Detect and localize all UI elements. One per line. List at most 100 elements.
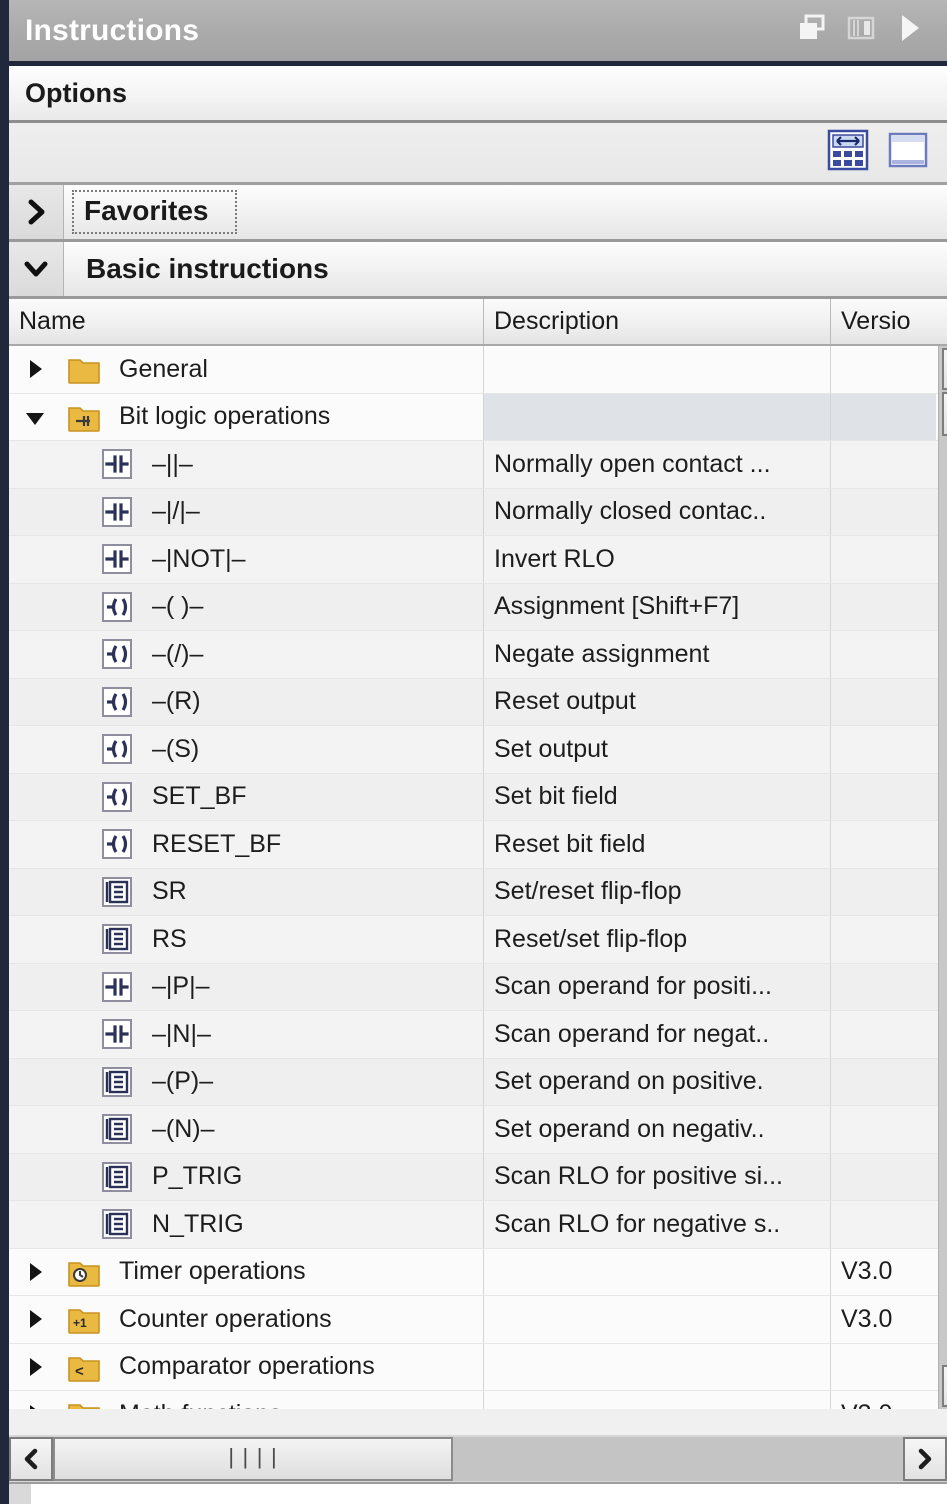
tree-item-row[interactable]: –(N)– Set operand on negativ.. [9, 1106, 938, 1154]
cell-version [831, 1344, 936, 1391]
instruction-name: –|P|– [152, 972, 210, 1001]
instruction-name: P_TRIG [152, 1162, 243, 1191]
cell-description [484, 346, 831, 393]
instruction-name: General [119, 354, 208, 383]
expand-right-icon[interactable] [895, 12, 923, 49]
cell-version [831, 821, 936, 868]
instruction-name: Bit logic operations [119, 402, 331, 431]
tree-item-row[interactable]: –(/)– Negate assignment [9, 631, 938, 679]
panel-titlebar: Instructions [9, 0, 947, 66]
cell-name: SET_BF [9, 773, 484, 820]
section-basic-instructions[interactable]: Basic instructions [9, 242, 947, 299]
section-favorites-header[interactable]: Favorites [63, 185, 947, 239]
tree-folder-row[interactable]: + Math functions V3.0 [9, 1391, 938, 1409]
cell-description: Set output [484, 726, 831, 773]
folder-bitlogic-icon [61, 399, 107, 435]
section-basic-instructions-header[interactable]: Basic instructions [63, 242, 947, 296]
cell-description: Scan RLO for negative s.. [484, 1201, 831, 1248]
scroll-thumb-grip[interactable] [942, 392, 947, 436]
tree-item-row[interactable]: –|/|– Normally closed contac.. [9, 488, 938, 536]
tree-item-row[interactable]: P_TRIG Scan RLO for positive si... [9, 1153, 938, 1201]
cell-version [831, 869, 936, 916]
cell-name: RS [9, 916, 484, 963]
table-layout-icon[interactable] [827, 129, 869, 176]
chevron-right-icon[interactable] [9, 185, 63, 239]
instruction-description: Set operand on positive. [494, 1067, 764, 1096]
cell-description: Invert RLO [484, 536, 831, 583]
cell-description: Reset/set flip-flop [484, 916, 831, 963]
cell-version [831, 1106, 936, 1153]
instruction-name: –|N|– [152, 1019, 211, 1048]
section-basic-instructions-label: Basic instructions [86, 253, 329, 284]
expander-expand-icon[interactable] [9, 1306, 61, 1332]
cell-version [831, 584, 936, 631]
cell-version: V3.0 [831, 1391, 936, 1409]
cell-name: + Math functions [9, 1391, 484, 1409]
cell-version [831, 774, 936, 821]
cell-name: < Comparator operations [9, 1343, 484, 1390]
expander-expand-icon[interactable] [9, 1354, 61, 1380]
tree-item-row[interactable]: –||– Normally open contact ... [9, 441, 938, 489]
cell-name: SR [9, 868, 484, 915]
instruction-name: –(/)– [152, 639, 204, 668]
instruction-name: –|/|– [152, 497, 200, 526]
instruction-name: –(R) [152, 687, 201, 716]
instruction-tree[interactable]: General Bit logic operations –||– Normally … [9, 346, 938, 1409]
expander-collapse-icon[interactable] [9, 404, 61, 430]
tree-item-row[interactable]: –( )– Assignment [Shift+F7] [9, 583, 938, 631]
tree-folder-row[interactable]: Bit logic operations [9, 393, 938, 441]
expander-expand-icon[interactable] [9, 356, 61, 382]
options-header: Options [9, 66, 947, 123]
tree-item-row[interactable]: RESET_BF Reset bit field [9, 821, 938, 869]
column-header-version[interactable]: Versio [831, 299, 936, 344]
tree-item-row[interactable]: SR Set/reset flip-flop [9, 868, 938, 916]
scroll-left-icon[interactable] [9, 1436, 53, 1481]
expander-expand-icon[interactable] [9, 1259, 61, 1285]
panel-view-icon[interactable] [887, 129, 929, 176]
instruction-description: Negate assignment [494, 639, 710, 668]
cell-name: –|NOT|– [9, 536, 484, 583]
instruction-version: V3.0 [841, 1257, 893, 1286]
instructions-panel: Instructions Options Favorites Basic ins… [0, 0, 947, 1504]
section-favorites[interactable]: Favorites [9, 185, 947, 242]
cell-version [831, 1011, 936, 1058]
restore-icon[interactable] [797, 13, 827, 48]
cell-description [484, 1296, 831, 1343]
columns-icon[interactable] [846, 13, 876, 48]
tree-folder-row[interactable]: General [9, 346, 938, 394]
cell-description: Set bit field [484, 773, 831, 820]
column-header-name[interactable]: Name [9, 299, 484, 344]
scroll-right-icon[interactable] [903, 1436, 947, 1481]
instruction-name: Comparator operations [119, 1352, 375, 1381]
vertical-scrollbar[interactable] [938, 346, 947, 1409]
scroll-down-icon[interactable] [942, 1365, 947, 1407]
tree-item-row[interactable]: –|P|– Scan operand for positi... [9, 963, 938, 1011]
expander-expand-icon[interactable] [9, 1401, 61, 1409]
tree-item-row[interactable]: SET_BF Set bit field [9, 773, 938, 821]
scroll-up-icon[interactable] [942, 348, 947, 390]
tree-folder-row[interactable]: < Comparator operations [9, 1343, 938, 1391]
cell-version [831, 1201, 936, 1248]
tree-item-row[interactable]: –(S) Set output [9, 726, 938, 774]
column-header-description[interactable]: Description [484, 299, 831, 344]
horizontal-scrollbar[interactable]: |||| [9, 1435, 947, 1482]
coil-icon [94, 636, 140, 672]
tree-item-row[interactable]: –|N|– Scan operand for negat.. [9, 1011, 938, 1059]
options-label: Options [25, 77, 127, 108]
tree-folder-row[interactable]: Timer operations V3.0 [9, 1248, 938, 1296]
tree-item-row[interactable]: RS Reset/set flip-flop [9, 916, 938, 964]
chevron-down-icon[interactable] [9, 242, 63, 296]
instruction-name: –(N)– [152, 1114, 215, 1143]
tree-folder-row[interactable]: +1 Counter operations V3.0 [9, 1296, 938, 1344]
hscroll-track[interactable]: |||| [53, 1436, 903, 1481]
hscroll-thumb[interactable]: |||| [53, 1436, 453, 1481]
cell-version [831, 631, 936, 678]
folder-comparator-icon: < [61, 1349, 107, 1385]
tree-item-row[interactable]: N_TRIG Scan RLO for negative s.. [9, 1201, 938, 1249]
tree-item-row[interactable]: –(R) Reset output [9, 678, 938, 726]
instruction-description: Normally closed contac.. [494, 497, 767, 526]
tree-item-row[interactable]: –|NOT|– Invert RLO [9, 536, 938, 584]
cell-name: –(R) [9, 678, 484, 725]
tree-item-row[interactable]: –(P)– Set operand on positive. [9, 1058, 938, 1106]
instruction-description: Scan RLO for positive si... [494, 1162, 784, 1191]
